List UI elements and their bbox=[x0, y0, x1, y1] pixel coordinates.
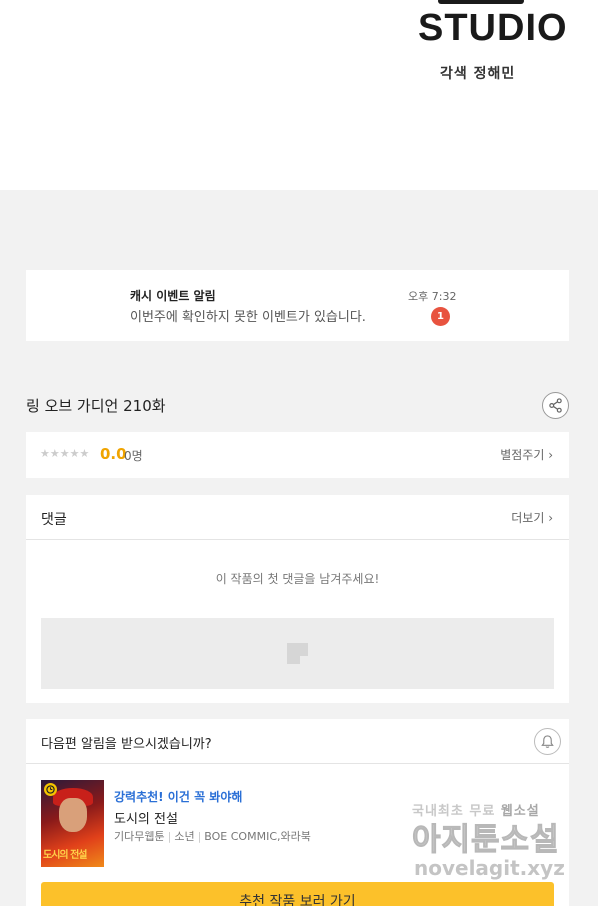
bell-button[interactable] bbox=[534, 728, 561, 755]
rating-count: 0명 bbox=[124, 449, 143, 463]
recommended-work-thumbnail[interactable]: 도시의 전설 bbox=[41, 780, 104, 867]
thumbnail-title: 도시의 전설 bbox=[43, 850, 87, 861]
recommendation-card: 다음편 알림을 받으시겠습니까? 도시의 전설 강력추천! 이건 꼭 봐야해 도… bbox=[26, 719, 569, 906]
comments-empty-message: 이 작품의 첫 댓글을 남겨주세요! bbox=[215, 572, 380, 586]
recommended-work-meta: 기다무웹툰 | 소년 | BOE COMMIC,와라북 bbox=[114, 830, 311, 843]
comment-placeholder-icon bbox=[287, 643, 308, 664]
rate-button[interactable]: 별점주기 › bbox=[500, 446, 553, 463]
notification-title: 캐시 이벤트 알림 bbox=[130, 289, 216, 303]
comments-header: 댓글 더보기 › bbox=[26, 495, 569, 540]
notification-time: 오후 7:32 bbox=[408, 290, 457, 303]
rating-card: ★★★★★ 0.0 0명 별점주기 › bbox=[26, 432, 569, 478]
bell-icon bbox=[541, 735, 554, 748]
episode-title: 링 오브 가디언 210화 bbox=[26, 397, 166, 415]
share-icon bbox=[549, 398, 562, 413]
next-episode-alert-row: 다음편 알림을 받으시겠습니까? bbox=[26, 719, 569, 764]
rating-score: 0.0 bbox=[100, 445, 127, 463]
comment-input[interactable] bbox=[41, 618, 554, 689]
recommendation-tag: 강력추천! 이건 꼭 봐야해 bbox=[114, 790, 243, 804]
rating-stars: ★★★★★ bbox=[40, 447, 90, 460]
colorist-credit: 각색 정해민 bbox=[440, 66, 516, 82]
see-recommendations-button[interactable]: 추천 작품 보러 가기 bbox=[41, 882, 554, 906]
studio-logo: STUDIO bbox=[418, 0, 568, 49]
notification-message: 이번주에 확인하지 못한 이벤트가 있습니다. bbox=[130, 310, 366, 325]
comments-title: 댓글 bbox=[41, 512, 67, 528]
comments-card: 댓글 더보기 › 이 작품의 첫 댓글을 남겨주세요! bbox=[26, 495, 569, 703]
share-button[interactable] bbox=[542, 392, 569, 419]
notification-badge: 1 bbox=[431, 307, 450, 326]
next-episode-alert-question: 다음편 알림을 받으시겠습니까? bbox=[41, 737, 212, 752]
wait-free-clock-icon bbox=[44, 783, 57, 796]
recommended-work-title[interactable]: 도시의 전설 bbox=[114, 808, 178, 827]
notification-card[interactable]: 캐시 이벤트 알림 이번주에 확인하지 못한 이벤트가 있습니다. 오후 7:3… bbox=[26, 270, 569, 341]
author-credit-area: STUDIO 각색 정해민 bbox=[0, 0, 598, 190]
comments-more-link[interactable]: 더보기 › bbox=[511, 509, 553, 526]
